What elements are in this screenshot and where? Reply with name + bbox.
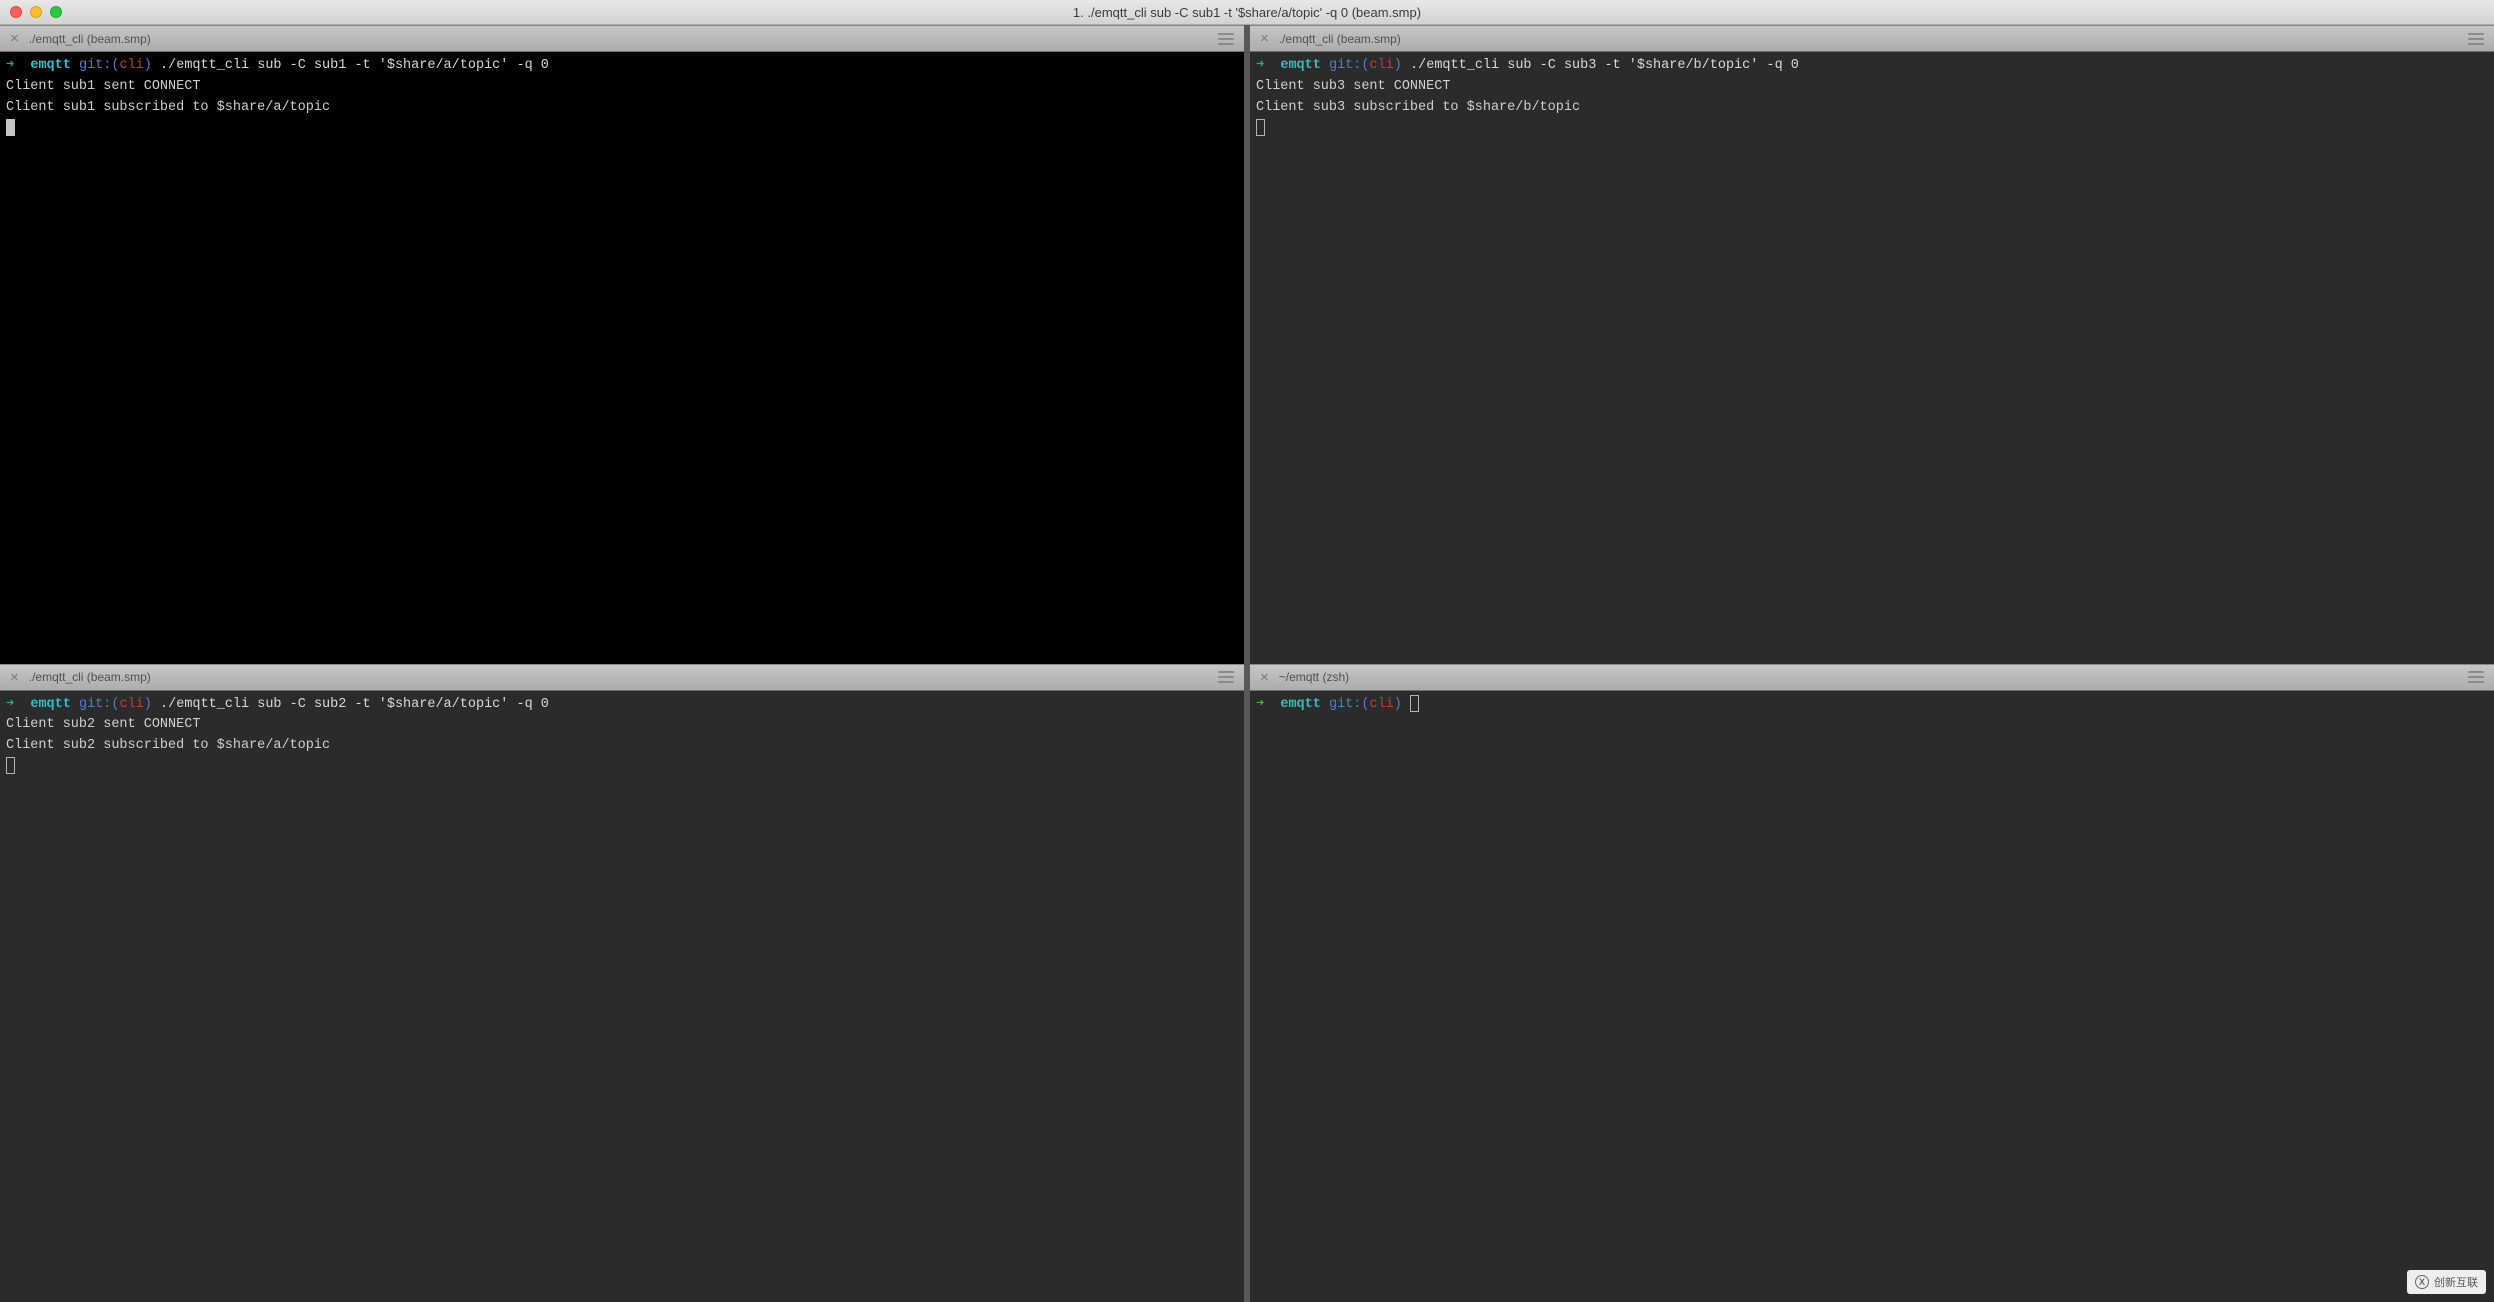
terminal-pane-top-right[interactable]: × ./emqtt_cli (beam.smp) ➜ emqtt git:(cl… (1250, 25, 2494, 664)
minimize-window-button[interactable] (30, 6, 42, 18)
prompt-project: emqtt (1280, 697, 1321, 712)
terminal-pane-top-left[interactable]: × ./emqtt_cli (beam.smp) ➜ emqtt git:(cl… (0, 25, 1244, 664)
tab-title[interactable]: ~/emqtt (zsh) (1279, 670, 1349, 684)
output-line: Client sub1 subscribed to $share/a/topic (6, 100, 330, 115)
tab-title[interactable]: ./emqtt_cli (beam.smp) (1279, 32, 1401, 46)
prompt-git-close: ) (1394, 697, 1402, 712)
prompt-git-close: ) (144, 697, 152, 712)
terminal-cursor (1410, 695, 1419, 712)
terminal-pane-bottom-left[interactable]: × ./emqtt_cli (beam.smp) ➜ emqtt git:(cl… (0, 664, 1244, 1302)
traffic-lights (10, 6, 62, 18)
command-text: ./emqtt_cli sub -C sub1 -t '$share/a/top… (160, 58, 549, 73)
watermark-text: 创新互联 (2434, 1274, 2478, 1290)
terminal-cursor (6, 119, 15, 136)
zoom-window-button[interactable] (50, 6, 62, 18)
prompt-git-label: git:( (79, 58, 120, 73)
prompt-branch: cli (1369, 58, 1393, 73)
command-text: ./emqtt_cli sub -C sub3 -t '$share/b/top… (1410, 58, 1799, 73)
prompt-branch: cli (119, 58, 143, 73)
pane-tabbar: × ./emqtt_cli (beam.smp) (1250, 25, 2494, 52)
prompt-project: emqtt (1280, 58, 1321, 73)
close-window-button[interactable] (10, 6, 22, 18)
prompt-git-close: ) (144, 58, 152, 73)
terminal-content[interactable]: ➜ emqtt git:(cli) ./emqtt_cli sub -C sub… (1250, 52, 2494, 664)
tab-title[interactable]: ./emqtt_cli (beam.smp) (29, 670, 151, 684)
terminal-content[interactable]: ➜ emqtt git:(cli) ./emqtt_cli sub -C sub… (0, 691, 1244, 1302)
prompt-arrow-icon: ➜ (6, 697, 14, 712)
close-tab-icon[interactable]: × (10, 669, 19, 686)
prompt-branch: cli (119, 697, 143, 712)
pane-tabbar: × ./emqtt_cli (beam.smp) (0, 664, 1244, 691)
prompt-git-label: git:( (79, 697, 120, 712)
prompt-branch: cli (1369, 697, 1393, 712)
watermark-badge: X 创新互联 (2407, 1270, 2486, 1294)
output-line: Client sub3 subscribed to $share/b/topic (1256, 100, 1580, 115)
prompt-project: emqtt (30, 697, 71, 712)
tab-menu-icon[interactable] (1218, 33, 1234, 45)
terminal-content[interactable]: ➜ emqtt git:(cli) ./emqtt_cli sub -C sub… (0, 52, 1244, 664)
terminal-cursor (6, 757, 15, 774)
output-line: Client sub1 sent CONNECT (6, 79, 200, 94)
close-tab-icon[interactable]: × (1260, 669, 1269, 686)
output-line: Client sub2 subscribed to $share/a/topic (6, 738, 330, 753)
command-text: ./emqtt_cli sub -C sub2 -t '$share/a/top… (160, 697, 549, 712)
prompt-git-close: ) (1394, 58, 1402, 73)
tab-menu-icon[interactable] (2468, 33, 2484, 45)
output-line: Client sub2 sent CONNECT (6, 717, 200, 732)
output-line: Client sub3 sent CONNECT (1256, 79, 1450, 94)
prompt-git-label: git:( (1329, 697, 1370, 712)
pane-tabbar: × ./emqtt_cli (beam.smp) (0, 25, 1244, 52)
tab-menu-icon[interactable] (1218, 671, 1234, 683)
close-tab-icon[interactable]: × (10, 30, 19, 47)
close-tab-icon[interactable]: × (1260, 30, 1269, 47)
terminal-split-grid: × ./emqtt_cli (beam.smp) ➜ emqtt git:(cl… (0, 25, 2494, 1302)
tab-title[interactable]: ./emqtt_cli (beam.smp) (29, 32, 151, 46)
watermark-logo-icon: X (2415, 1275, 2429, 1289)
prompt-project: emqtt (30, 58, 71, 73)
terminal-content[interactable]: ➜ emqtt git:(cli) (1250, 691, 2494, 1302)
window-titlebar[interactable]: 1. ./emqtt_cli sub -C sub1 -t '$share/a/… (0, 0, 2494, 25)
prompt-arrow-icon: ➜ (1256, 58, 1264, 73)
tab-menu-icon[interactable] (2468, 671, 2484, 683)
prompt-arrow-icon: ➜ (6, 58, 14, 73)
prompt-git-label: git:( (1329, 58, 1370, 73)
pane-tabbar: × ~/emqtt (zsh) (1250, 664, 2494, 691)
prompt-arrow-icon: ➜ (1256, 697, 1264, 712)
terminal-pane-bottom-right[interactable]: × ~/emqtt (zsh) ➜ emqtt git:(cli) (1250, 664, 2494, 1302)
terminal-cursor (1256, 119, 1265, 136)
window-title: 1. ./emqtt_cli sub -C sub1 -t '$share/a/… (0, 5, 2494, 20)
